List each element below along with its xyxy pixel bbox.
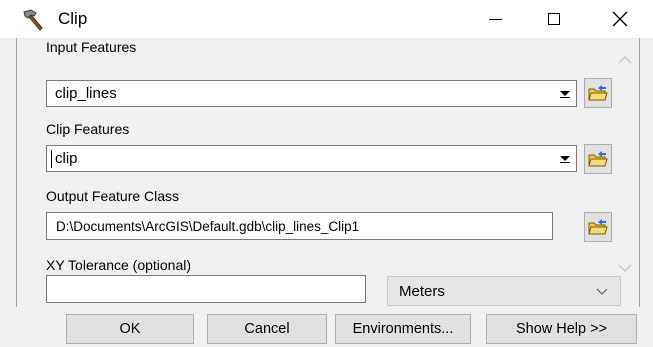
show-help-button[interactable]: Show Help >> [486,314,637,344]
input-features-value: clip_lines [55,85,117,102]
output-feature-class-browse-button[interactable] [584,212,612,242]
input-features-label: Input Features [46,39,137,55]
open-folder-icon [588,85,608,101]
clip-features-label: Clip Features [46,121,130,137]
dropdown-arrow-icon [559,156,570,163]
output-feature-class-input[interactable]: D:\Documents\ArcGIS\Default.gdb\clip_lin… [46,212,553,240]
clip-features-combo[interactable]: clip [46,145,577,172]
output-feature-class-value: D:\Documents\ArcGIS\Default.gdb\clip_lin… [56,219,360,234]
maximize-button[interactable] [525,0,583,38]
ok-button[interactable]: OK [66,314,194,344]
open-folder-icon [588,219,608,235]
output-feature-class-label: Output Feature Class [46,188,180,204]
clip-features-browse-button[interactable] [584,144,612,174]
clip-dialog: Clip Input Features clip_lines Clip Feat… [0,0,653,347]
close-button[interactable] [591,0,649,38]
clip-features-value: clip [55,150,78,167]
xy-tolerance-label: XY Tolerance (optional) [46,257,192,273]
input-features-dropdown-button[interactable] [556,84,573,103]
input-features-combo[interactable]: clip_lines [46,80,577,107]
xy-tolerance-input[interactable] [46,275,366,303]
title-bar[interactable]: Clip [0,0,653,38]
xy-tolerance-unit-value: Meters [399,283,445,300]
chevron-down-icon [596,288,608,295]
cancel-button[interactable]: Cancel [207,314,327,344]
input-features-browse-button[interactable] [584,78,612,108]
xy-tolerance-unit-select[interactable]: Meters [387,276,621,306]
hammer-icon [23,9,43,31]
dialog-button-bar: OK Cancel Environments... Show Help >> [0,307,653,347]
window-title: Clip [58,9,88,28]
environments-button[interactable]: Environments... [335,314,471,344]
dropdown-arrow-icon [559,91,570,98]
scroll-up-icon[interactable] [617,54,633,66]
minimize-button[interactable] [466,0,524,38]
scroll-down-icon[interactable] [617,262,633,274]
clip-features-dropdown-button[interactable] [556,149,573,168]
close-icon [612,11,628,27]
minimize-icon [488,18,502,20]
text-cursor [51,150,52,168]
open-folder-icon [588,151,608,167]
parameters-panel: Input Features clip_lines Clip Features … [16,38,640,307]
maximize-icon [548,13,560,25]
